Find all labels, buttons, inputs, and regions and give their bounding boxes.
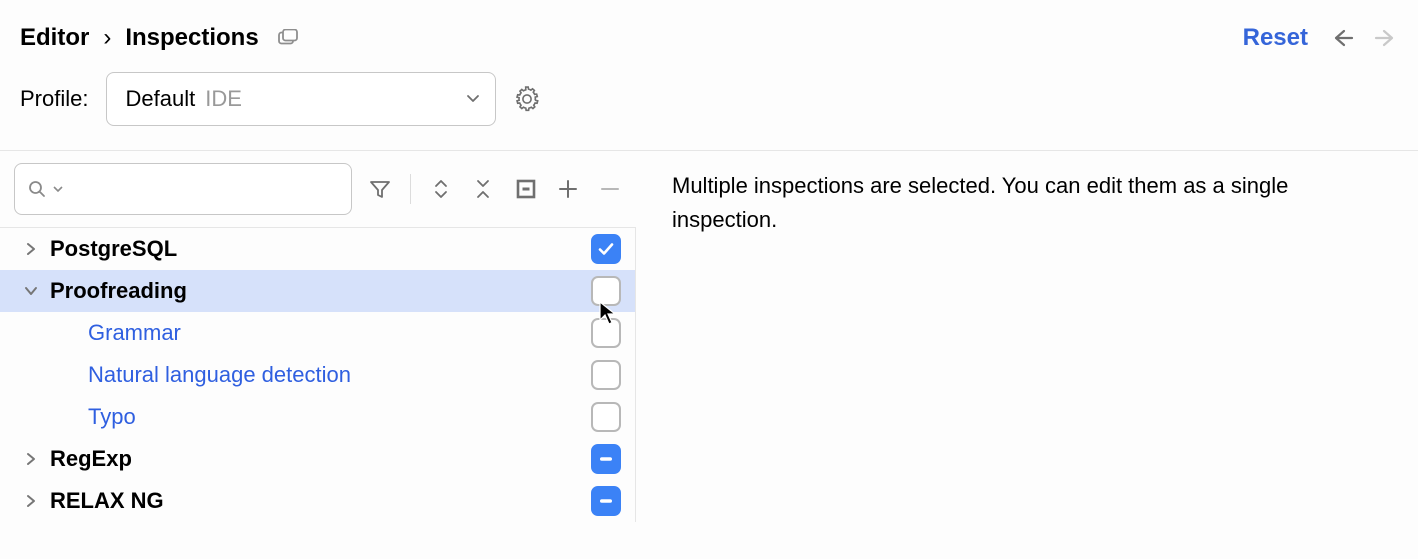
breadcrumb: Editor › Inspections <box>20 24 299 52</box>
chevron-right-icon <box>22 450 40 468</box>
chevron-down-icon <box>22 282 40 300</box>
tree-item-grammar[interactable]: Grammar <box>0 312 635 354</box>
profile-label: Profile: <box>20 86 88 112</box>
checkbox[interactable] <box>591 486 621 516</box>
checkbox[interactable] <box>591 360 621 390</box>
tree-label: Natural language detection <box>88 362 591 388</box>
checkbox[interactable] <box>591 444 621 474</box>
gear-icon[interactable] <box>514 86 540 112</box>
chevron-right-icon: › <box>103 24 111 52</box>
tree-group-relax-ng[interactable]: RELAX NG <box>0 480 635 522</box>
search-input-field[interactable] <box>69 178 339 201</box>
tree-group-regexp[interactable]: RegExp <box>0 438 635 480</box>
profile-select[interactable]: Default IDE <box>106 72 496 126</box>
tree-label: Proofreading <box>50 278 591 304</box>
copy-settings-icon[interactable] <box>277 29 299 47</box>
checkbox[interactable] <box>591 402 621 432</box>
add-icon[interactable] <box>554 174 582 204</box>
chevron-right-icon <box>22 492 40 510</box>
expand-all-icon[interactable] <box>427 174 455 204</box>
tree-label: RELAX NG <box>50 488 591 514</box>
tree-item-typo[interactable]: Typo <box>0 396 635 438</box>
nav-back-icon[interactable] <box>1330 26 1354 50</box>
filter-icon[interactable] <box>366 174 394 204</box>
tree-item-natural-language-detection[interactable]: Natural language detection <box>0 354 635 396</box>
chevron-right-icon <box>22 240 40 258</box>
tree-label: Grammar <box>88 320 591 346</box>
nav-forward-icon[interactable] <box>1374 26 1398 50</box>
profile-value: Default <box>125 86 195 112</box>
collapse-all-icon[interactable] <box>469 174 497 204</box>
checkbox[interactable] <box>591 234 621 264</box>
profile-scope-tag: IDE <box>205 86 242 112</box>
tree-label: PostgreSQL <box>50 236 591 262</box>
separator <box>410 174 411 204</box>
checkbox[interactable] <box>591 318 621 348</box>
breadcrumb-root[interactable]: Editor <box>20 24 89 52</box>
remove-icon[interactable] <box>596 174 624 204</box>
chevron-down-icon <box>53 184 63 194</box>
breadcrumb-current: Inspections <box>125 24 258 52</box>
chevron-down-icon <box>465 86 481 112</box>
search-input[interactable] <box>14 163 352 215</box>
checkbox[interactable] <box>591 276 621 306</box>
search-icon <box>27 179 47 199</box>
reset-to-empty-icon[interactable] <box>511 174 539 204</box>
tree-group-postgresql[interactable]: PostgreSQL <box>0 228 635 270</box>
tree-group-proofreading[interactable]: Proofreading <box>0 270 635 312</box>
tree-label: RegExp <box>50 446 591 472</box>
detail-text: Multiple inspections are selected. You c… <box>672 169 1388 237</box>
inspections-tree[interactable]: PostgreSQL Proofreading Grammar Natur <box>0 228 636 522</box>
tree-label: Typo <box>88 404 591 430</box>
reset-button[interactable]: Reset <box>1243 24 1308 52</box>
